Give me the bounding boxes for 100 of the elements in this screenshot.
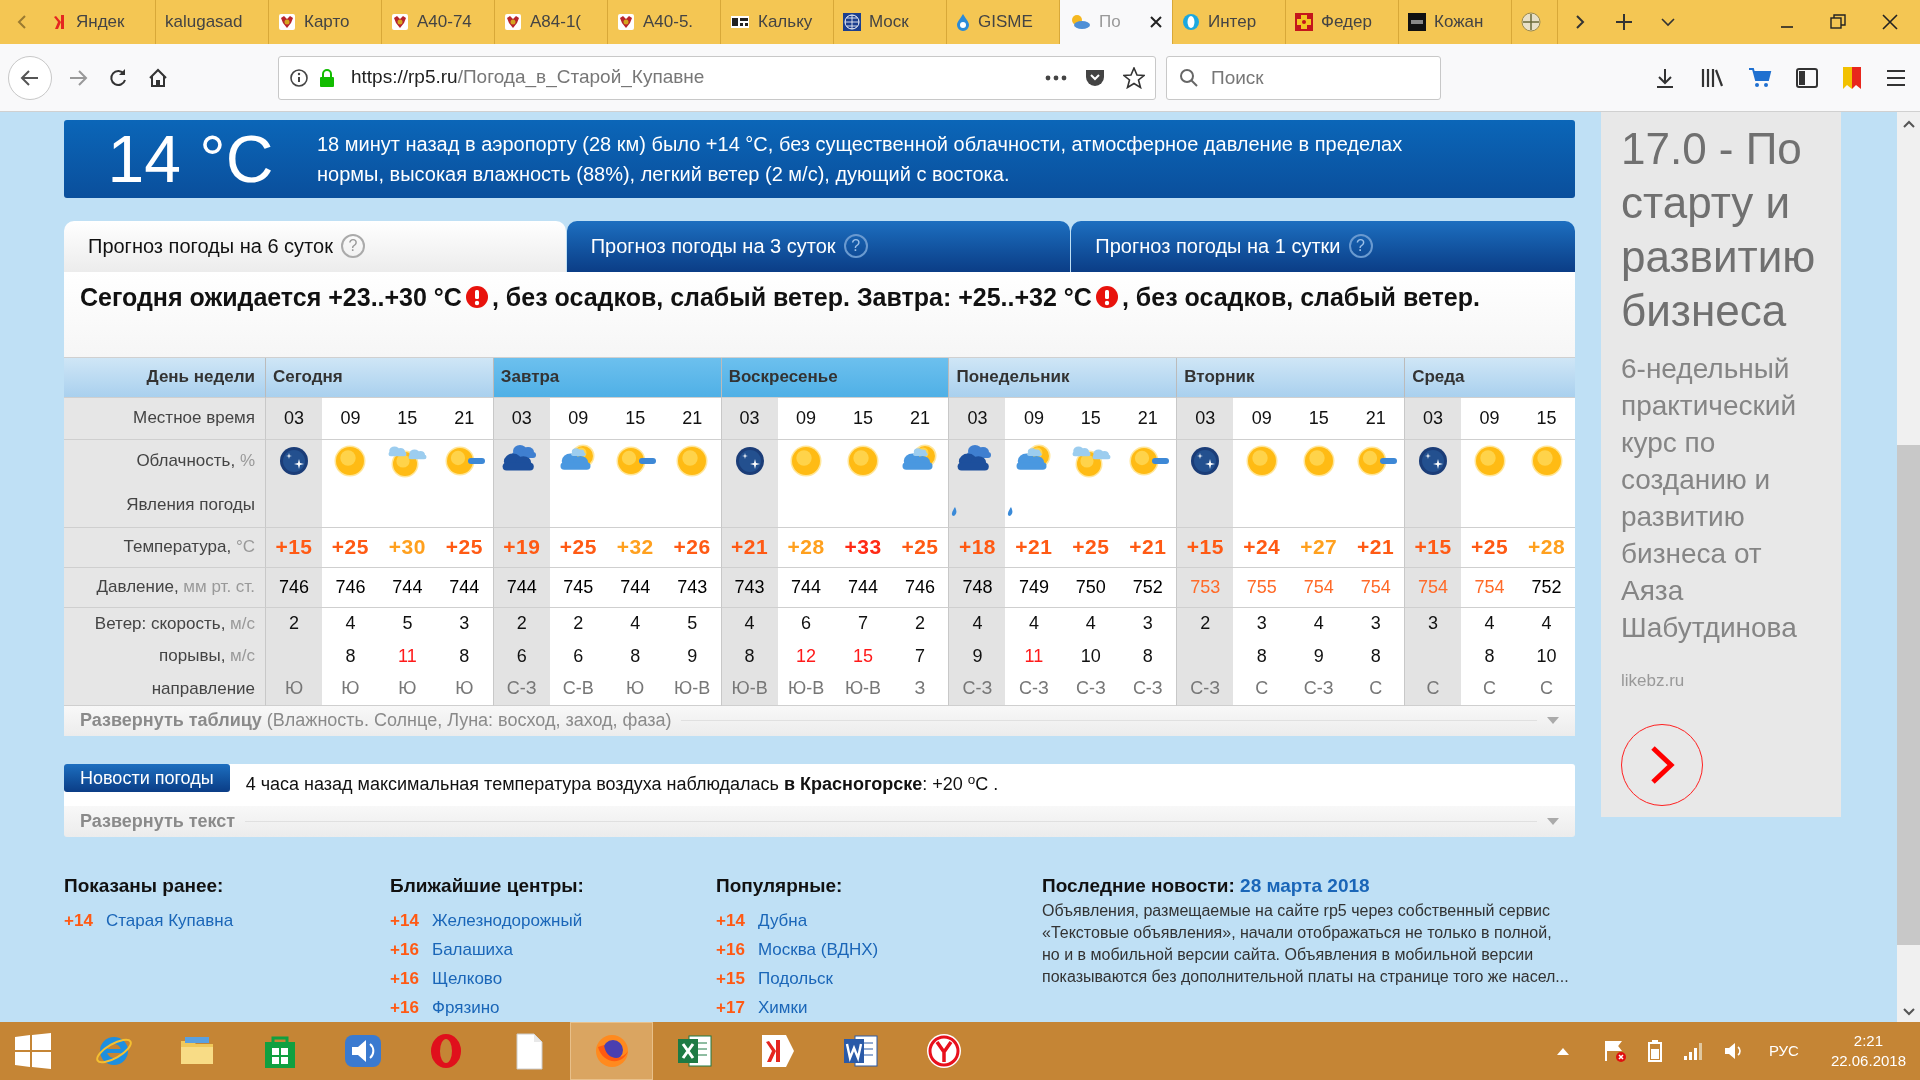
ad-text: 6-недельный практический курс по созданию и развитию бизнеса от Аяза Шабутдинова [1621,352,1798,645]
time-cell: 03 [1176,397,1234,440]
expand-table-bar[interactable]: Развернуть таблицу (Влажность. Солнце, Луна: восход, заход, фаза) [64,705,1575,737]
ring-icon [1182,13,1200,31]
place-temperature: +16 [390,967,420,990]
signal-icon[interactable] [1682,1041,1705,1061]
place-link[interactable]: Подольск [758,965,833,992]
cart-icon[interactable] [1748,66,1772,89]
restore-icon[interactable] [1830,14,1846,30]
rain-drop-icon [951,506,958,517]
tray-expand-icon[interactable] [1556,1047,1569,1055]
wind-speed-cell: 2 [1176,607,1234,640]
day-header: Воскресенье [720,357,949,398]
wind-speed-cell: 4 [720,607,778,640]
row-label: Температура, °C [64,527,265,568]
pressure-cell: 748 [948,567,1006,608]
tabs-scroll-left-icon[interactable] [16,14,27,30]
home-icon[interactable] [148,67,168,88]
help-icon[interactable]: ? [843,234,868,259]
search-field[interactable]: Поиск [1166,55,1441,100]
place-temperature: +16 [390,938,420,961]
pressure-cell: 754 [1404,567,1462,608]
section-heading: Показаны ранее: [64,875,225,897]
wind-direction-cell: С-З [948,672,1006,706]
scrollbar-thumb[interactable] [1897,445,1920,945]
round-icon [1521,12,1541,32]
current-temperature: 14 °C [106,125,275,192]
more-icon[interactable] [1045,74,1067,81]
pocket-icon[interactable] [1085,68,1105,87]
wind-direction-cell: Ю-В [720,672,778,706]
scroll-up-icon[interactable] [1902,120,1915,128]
temperature-cell: +15 [265,527,322,568]
place-link[interactable]: Фрязино [432,994,500,1021]
section-heading: Ближайшие центры: [390,875,585,897]
clock[interactable]: 2:21 22.06.2018 [1830,1031,1906,1071]
row-label: направление [64,672,265,706]
taskbar-app-button[interactable] [570,1022,653,1080]
forecast-tab[interactable]: Прогноз погоды на 3 суток ? [566,220,1071,272]
place-link[interactable]: Щелково [432,965,503,992]
wind-direction-cell: Ю [265,672,322,706]
address-bar[interactable]: https://rp5.ru/Погода_в_Старой_Купавне [278,55,1156,100]
star-icon[interactable] [1123,66,1145,89]
info-icon[interactable] [289,67,309,88]
row-label: Давление, мм рт. ст. [64,567,265,608]
menu-icon[interactable] [1886,68,1906,87]
day-header: Понедельник [948,357,1177,398]
download-icon[interactable] [1654,66,1676,89]
place-temperature: +14 [64,909,94,932]
place-link[interactable]: Балашиха [432,936,513,963]
wind-speed-cell: 4 [948,607,1006,640]
forward-icon[interactable] [68,68,88,87]
place-link[interactable]: Железнодорожный [432,907,583,934]
pressure-cell: 753 [1176,567,1234,608]
globe-icon [843,13,861,31]
language-indicator[interactable]: РУС [1768,1039,1799,1063]
emblem-icon [617,13,635,31]
wind-gust-cell: 6 [492,639,550,673]
wind-speed-cell: 3 [1404,607,1462,640]
news-date-link[interactable]: 28 марта 2018 [1240,875,1370,896]
flag-icon[interactable] [1602,1039,1627,1063]
wind-gust-cell: 9 [948,639,1006,673]
library-icon[interactable] [1700,66,1724,89]
scroll-down-icon[interactable] [1902,1008,1915,1016]
expand-table-link[interactable]: Развернуть таблицу (Влажность. Солнце, Луна: восход, заход, фаза) [80,707,672,735]
back-button[interactable] [8,55,52,100]
flag-icon[interactable] [1842,65,1862,90]
place-link[interactable]: Москва (ВДНХ) [758,936,879,963]
forecast-tab[interactable]: Прогноз погоды на 6 суток ? [64,220,566,272]
tabs-scroll-right-icon[interactable] [1575,14,1585,30]
wind-direction-cell: С-З [492,672,550,706]
close-icon[interactable] [1149,15,1163,29]
reload-icon[interactable] [108,67,128,88]
expand-text-bar[interactable]: Развернуть текст [64,805,1575,837]
drop-icon [956,13,970,31]
emblem-icon [278,13,296,31]
help-icon[interactable]: ? [340,234,365,259]
close-window-icon[interactable] [1882,14,1898,30]
expand-text-link[interactable]: Развернуть текст [80,807,236,835]
place-link[interactable]: Дубна [758,907,808,934]
browser-tab[interactable]: По [1060,0,1173,44]
back-icon [20,68,40,87]
place-link[interactable]: Химки [758,994,808,1021]
place-link[interactable]: Старая Купавна [106,907,234,934]
rain-drop-icon [1007,506,1014,517]
row-label: Облачность, % [64,439,265,483]
day-header: Сегодня [265,357,493,398]
sidebar-icon[interactable] [1796,67,1818,88]
tab-list-icon[interactable] [1661,17,1675,27]
forecast-summary-text: Сегодня ожидается +23..+30 °C [80,282,462,311]
url-text: https://rp5.ru/Погода_в_Старой_Купавне [351,65,705,90]
section-heading: Последние новости: [1042,875,1235,896]
forecast-tab[interactable]: Прогноз погоды на 1 сутки ? [1071,220,1575,272]
place-temperature: +14 [716,909,746,932]
pressure-cell: 744 [492,567,550,608]
help-icon[interactable]: ? [1348,234,1373,259]
new-tab-icon[interactable] [1615,13,1633,31]
ad-domain[interactable]: likebz.ru [1621,668,1821,694]
time-cell: 03 [1404,397,1462,440]
lock-icon [319,67,335,88]
temperature-cell: +15 [1404,527,1462,568]
